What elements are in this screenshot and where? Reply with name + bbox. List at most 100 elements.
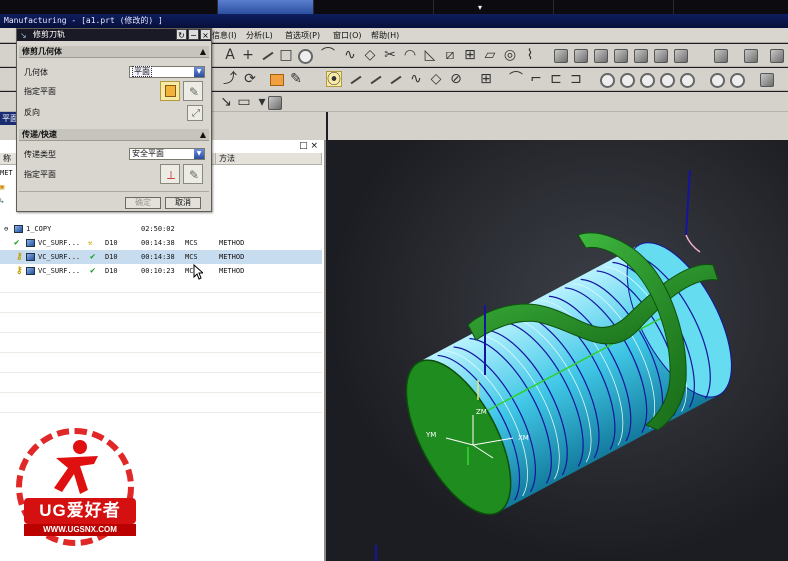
table-row-selected[interactable]: ⚷ VC_SURF... ✔ D10 00:14:38 MCS METHOD <box>0 250 322 264</box>
divider <box>0 392 322 393</box>
snap-curve-icon[interactable] <box>388 71 404 87</box>
table-row[interactable]: ✔ VC_SURF... ⚒ D10 00:14:38 MCS METHOD <box>0 236 322 250</box>
dialog-titlebar: ↘ 修剪刀轨 ↻ − × <box>17 29 211 41</box>
toolbar-more-icon[interactable] <box>758 71 774 87</box>
select-box-icon[interactable]: ▭ <box>236 94 252 110</box>
render-cube-icon[interactable] <box>266 94 282 110</box>
wireframe-icon[interactable] <box>768 47 784 63</box>
col-header-method[interactable]: 方法 <box>216 153 322 165</box>
spline-tool-icon[interactable]: ∿ <box>342 47 358 63</box>
cancel-button[interactable]: 取消 <box>165 197 201 209</box>
tree-node-icon: ↳ <box>0 197 5 205</box>
ok-button[interactable]: 确定 <box>125 197 161 209</box>
snap-grid-icon[interactable]: ⊞ <box>478 71 494 87</box>
reverse-button[interactable]: ⤢ <box>187 105 203 121</box>
geometry-select[interactable]: 平面 ▼ <box>129 66 205 78</box>
operation-method: METHOD <box>219 239 245 247</box>
line-tool-icon[interactable] <box>260 47 276 63</box>
program-row[interactable]: ⊖ 1_COPY 02:50:02 <box>0 222 322 236</box>
view-top-icon[interactable] <box>592 47 608 63</box>
snap-line-icon[interactable] <box>348 71 364 87</box>
menu-help[interactable]: 帮助(H) <box>371 30 399 41</box>
view-back-icon[interactable] <box>572 47 588 63</box>
sweep-tool-icon[interactable]: ⌇ <box>522 47 538 63</box>
chamfer-tool-icon[interactable]: ◺ <box>422 47 438 63</box>
offset-tool-icon[interactable]: ◇ <box>362 47 378 63</box>
divider <box>0 332 322 333</box>
view-bottom-icon[interactable] <box>612 47 628 63</box>
snap-end-icon[interactable]: ⌒ <box>508 71 524 87</box>
menu-analysis[interactable]: 分析(L) <box>246 30 273 41</box>
operation-icon <box>26 264 37 278</box>
snap-intersection-icon[interactable] <box>638 71 655 88</box>
program-time: 02:50:02 <box>141 225 175 233</box>
status-check-icon: ✔ <box>90 266 96 276</box>
generate-path-icon[interactable]: ⤴ <box>222 71 238 87</box>
minimize-icon[interactable]: − <box>188 29 199 40</box>
top-tab[interactable] <box>553 0 673 14</box>
view-front-icon[interactable] <box>552 47 568 63</box>
mirror-tool-icon[interactable]: ⧄ <box>442 47 458 63</box>
logo-brand: UG爱好者 <box>24 498 136 524</box>
close-icon[interactable]: × <box>200 29 211 40</box>
table-row[interactable]: ⚷ VC_SURF... ✔ D10 00:10:23 MCS METHOD <box>0 264 322 278</box>
fillet-tool-icon[interactable]: ◠ <box>402 47 418 63</box>
text-tool-icon[interactable]: A <box>222 47 238 63</box>
section-transfer[interactable]: 传递/快速 ▲ <box>19 129 209 141</box>
section-title: 修剪几何体 <box>22 47 62 56</box>
snap-face-icon[interactable]: ◇ <box>428 71 444 87</box>
snap-point-on-face-icon[interactable] <box>708 71 725 88</box>
top-tab[interactable] <box>673 0 788 14</box>
rectangle-tool-icon[interactable]: □ <box>278 47 294 63</box>
snap-quadrant-icon[interactable]: ⊐ <box>568 71 584 87</box>
section-trim-geometry[interactable]: 修剪几何体 ▲ <box>19 46 209 58</box>
pattern-tool-icon[interactable]: ⊞ <box>462 47 478 63</box>
view-trimetric-icon[interactable] <box>712 47 728 63</box>
shop-doc-icon[interactable]: ✎ <box>288 71 304 87</box>
view-iso-icon[interactable] <box>672 47 688 63</box>
snap-circle-icon[interactable] <box>598 71 615 88</box>
transfer-plane-dialog-button[interactable]: ✎ <box>183 164 203 184</box>
transfer-plane-button[interactable]: ⟂ <box>160 164 180 184</box>
top-tab-active[interactable]: ▾ <box>217 0 482 14</box>
transfer-type-label: 传递类型 <box>24 150 56 159</box>
reset-icon[interactable]: ↻ <box>176 29 187 40</box>
menu-preferences[interactable]: 首选项(P) <box>285 30 320 41</box>
snap-point-icon[interactable]: ⦿ <box>326 71 342 88</box>
transfer-type-select[interactable]: 安全平面 ▼ <box>129 148 205 160</box>
arc-tool-icon[interactable]: ⌒ <box>320 47 336 63</box>
snap-existing-point-icon[interactable] <box>658 71 675 88</box>
trim-tool-icon[interactable]: ✂ <box>382 47 398 63</box>
point-tool-icon[interactable]: + <box>240 47 256 63</box>
transform-icon[interactable]: ↘ <box>218 94 234 110</box>
shade-icon[interactable] <box>742 47 758 63</box>
snap-center-icon[interactable]: ⊏ <box>548 71 564 87</box>
top-tab[interactable] <box>433 0 553 14</box>
replay-path-icon[interactable]: ⟳ <box>242 71 258 87</box>
viewport-top-bar <box>328 112 788 140</box>
divider <box>19 191 209 192</box>
snap-bounded-grid-icon[interactable] <box>728 71 745 88</box>
view-right-icon[interactable] <box>652 47 668 63</box>
snap-mid-icon[interactable]: ⌐ <box>528 71 544 87</box>
circle-tool-icon[interactable] <box>296 47 313 64</box>
top-tab[interactable] <box>313 0 433 14</box>
extrude-tool-icon[interactable]: ▱ <box>482 47 498 63</box>
snap-point-on-curve-icon[interactable] <box>678 71 695 88</box>
snap-edge-icon[interactable] <box>368 71 384 87</box>
snap-tangent-icon[interactable]: ⊘ <box>448 71 464 87</box>
graphics-viewport[interactable]: ZM YM XM <box>328 140 788 561</box>
navigator-window-buttons[interactable]: □ × <box>299 141 318 151</box>
snap-arc-center-icon[interactable] <box>618 71 635 88</box>
view-left-icon[interactable] <box>632 47 648 63</box>
revolve-tool-icon[interactable]: ◎ <box>502 47 518 63</box>
plane-select-button[interactable] <box>160 81 180 101</box>
dialog-title: 修剪刀轨 <box>33 30 65 39</box>
divider <box>0 312 322 313</box>
axis-label-zm: ZM <box>476 408 487 416</box>
menu-info[interactable]: 信息(I) <box>212 30 237 41</box>
post-process-icon[interactable] <box>268 71 284 87</box>
plane-dialog-button[interactable]: ✎ <box>183 81 203 101</box>
snap-spline-icon[interactable]: ∿ <box>408 71 424 87</box>
menu-window[interactable]: 窗口(O) <box>333 30 362 41</box>
